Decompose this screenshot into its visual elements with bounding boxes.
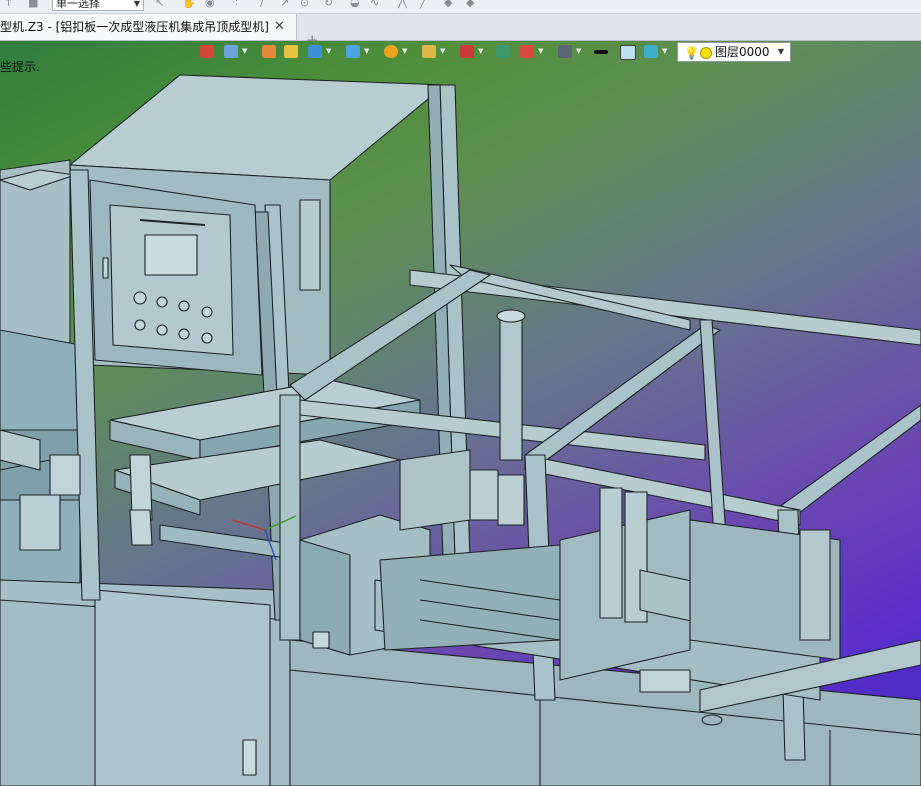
text-style-icon[interactable]: [224, 45, 238, 58]
chevron-down-icon: ▼: [777, 47, 784, 56]
zoom-icon[interactable]: [422, 45, 436, 58]
chevron-down-icon[interactable]: ▼: [538, 47, 543, 55]
image-icon[interactable]: [496, 45, 510, 58]
layer-name: 图层0000: [715, 45, 770, 59]
pen-icon[interactable]: [262, 45, 276, 58]
cube-icon[interactable]: [308, 45, 322, 58]
plane-icon[interactable]: [346, 45, 360, 58]
chevron-down-icon[interactable]: ▼: [478, 47, 483, 55]
layer-select[interactable]: 💡 图层0000 ▼: [677, 42, 791, 62]
chevron-down-icon[interactable]: ▼: [242, 47, 247, 55]
chevron-down-icon[interactable]: ▼: [402, 47, 407, 55]
chevron-down-icon[interactable]: ▼: [440, 47, 445, 55]
display-icon[interactable]: [558, 45, 572, 58]
exit-icon[interactable]: [200, 45, 214, 58]
box-icon[interactable]: [284, 45, 298, 58]
sun-icon[interactable]: [384, 45, 398, 58]
hint-text: 些提示.: [0, 60, 40, 74]
chevron-down-icon[interactable]: ▼: [364, 47, 369, 55]
machine-model[interactable]: [0, 0, 921, 786]
chevron-down-icon[interactable]: ▼: [326, 47, 331, 55]
axis-icon[interactable]: [460, 45, 474, 58]
layer-color-icon: [700, 47, 712, 59]
align-icon[interactable]: [520, 45, 534, 58]
lightbulb-icon[interactable]: 💡: [684, 44, 699, 62]
fill-color-icon[interactable]: [620, 45, 636, 60]
line-color-icon[interactable]: [594, 50, 608, 54]
chevron-down-icon[interactable]: ▼: [662, 47, 667, 55]
layer-stack-icon[interactable]: [644, 45, 658, 58]
chevron-down-icon[interactable]: ▼: [576, 47, 581, 55]
